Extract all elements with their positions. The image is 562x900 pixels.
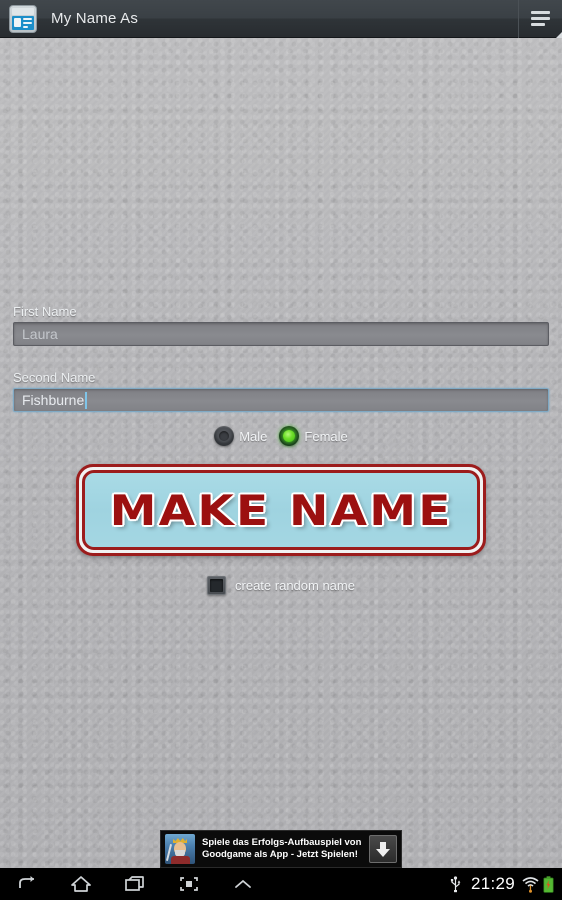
id-card-app-icon[interactable]: [9, 4, 37, 33]
second-name-input[interactable]: Fishburne: [13, 388, 549, 412]
app-icon-line: [23, 21, 32, 24]
nav-recents-button[interactable]: [108, 868, 162, 900]
nav-screenshot-button[interactable]: [162, 868, 216, 900]
gender-option-female[interactable]: Female: [279, 426, 348, 446]
chevron-corner-icon: [556, 31, 562, 38]
ad-text: Spiele das Erfolgs-Aufbauspiel von Goodg…: [202, 837, 369, 861]
goodgame-king-icon: [165, 834, 195, 864]
make-name-button-inner: MAKE NAME: [82, 470, 480, 550]
home-icon: [71, 876, 91, 892]
usb-icon: [450, 875, 461, 892]
overflow-menu-icon: [531, 11, 550, 26]
back-icon: [19, 876, 34, 888]
device-screen: My Name As First Name Laura Second Name …: [0, 0, 562, 900]
first-name-label: First Name: [13, 304, 77, 319]
second-name-label: Second Name: [13, 370, 96, 385]
ad-text-line1: Spiele das Erfolgs-Aufbauspiel von: [202, 837, 362, 848]
make-name-button-label: MAKE NAME: [109, 485, 453, 535]
gender-radio-group: Male Female: [0, 426, 562, 446]
first-name-value: Laura: [22, 326, 58, 342]
app-icon-line: [23, 25, 28, 28]
overflow-menu-button[interactable]: [518, 0, 562, 38]
app-title: My Name As: [51, 10, 139, 27]
download-arrow-icon: [376, 841, 390, 857]
app-icon-card-header: [12, 7, 34, 15]
app-content-area: First Name Laura Second Name Fishburne M…: [0, 38, 562, 868]
text-cursor: [85, 391, 88, 409]
status-clock: 21:29: [470, 874, 515, 893]
name-form: First Name Laura Second Name Fishburne M…: [0, 304, 562, 595]
ad-icon-body: [171, 856, 190, 864]
app-title-bar: My Name As: [0, 0, 562, 38]
first-name-input[interactable]: Laura: [13, 322, 549, 346]
nav-expand-button[interactable]: [216, 868, 270, 900]
radio-male-icon[interactable]: [214, 426, 235, 446]
random-name-checkbox[interactable]: [207, 576, 227, 595]
gender-label-female: Female: [304, 428, 348, 444]
radio-female-icon[interactable]: [279, 426, 300, 446]
make-name-button[interactable]: MAKE NAME: [76, 464, 486, 556]
android-navigation-bar: 21:29: [0, 868, 562, 900]
recents-icon: [125, 876, 144, 891]
random-name-label: create random name: [235, 578, 355, 593]
second-name-value: Fishburne: [22, 392, 85, 408]
app-icon-photo: [14, 17, 21, 27]
nav-back-button[interactable]: [0, 868, 54, 900]
random-name-row[interactable]: create random name: [0, 576, 562, 595]
nav-home-button[interactable]: [54, 868, 108, 900]
ad-download-button[interactable]: [369, 835, 397, 863]
form-spacer: [0, 346, 562, 370]
battery-icon: [543, 875, 554, 893]
ad-text-line2: Goodgame als App - Jetzt Spielen!: [202, 849, 358, 860]
screenshot-icon: [180, 877, 198, 891]
wifi-icon: [522, 876, 539, 893]
gender-option-male[interactable]: Male: [214, 426, 267, 446]
ad-banner[interactable]: Spiele das Erfolgs-Aufbauspiel von Goodg…: [160, 830, 402, 868]
chevron-up-icon: [235, 879, 251, 888]
gender-label-male: Male: [239, 428, 268, 444]
status-area[interactable]: 21:29: [449, 874, 554, 894]
app-icon-line: [23, 17, 32, 20]
